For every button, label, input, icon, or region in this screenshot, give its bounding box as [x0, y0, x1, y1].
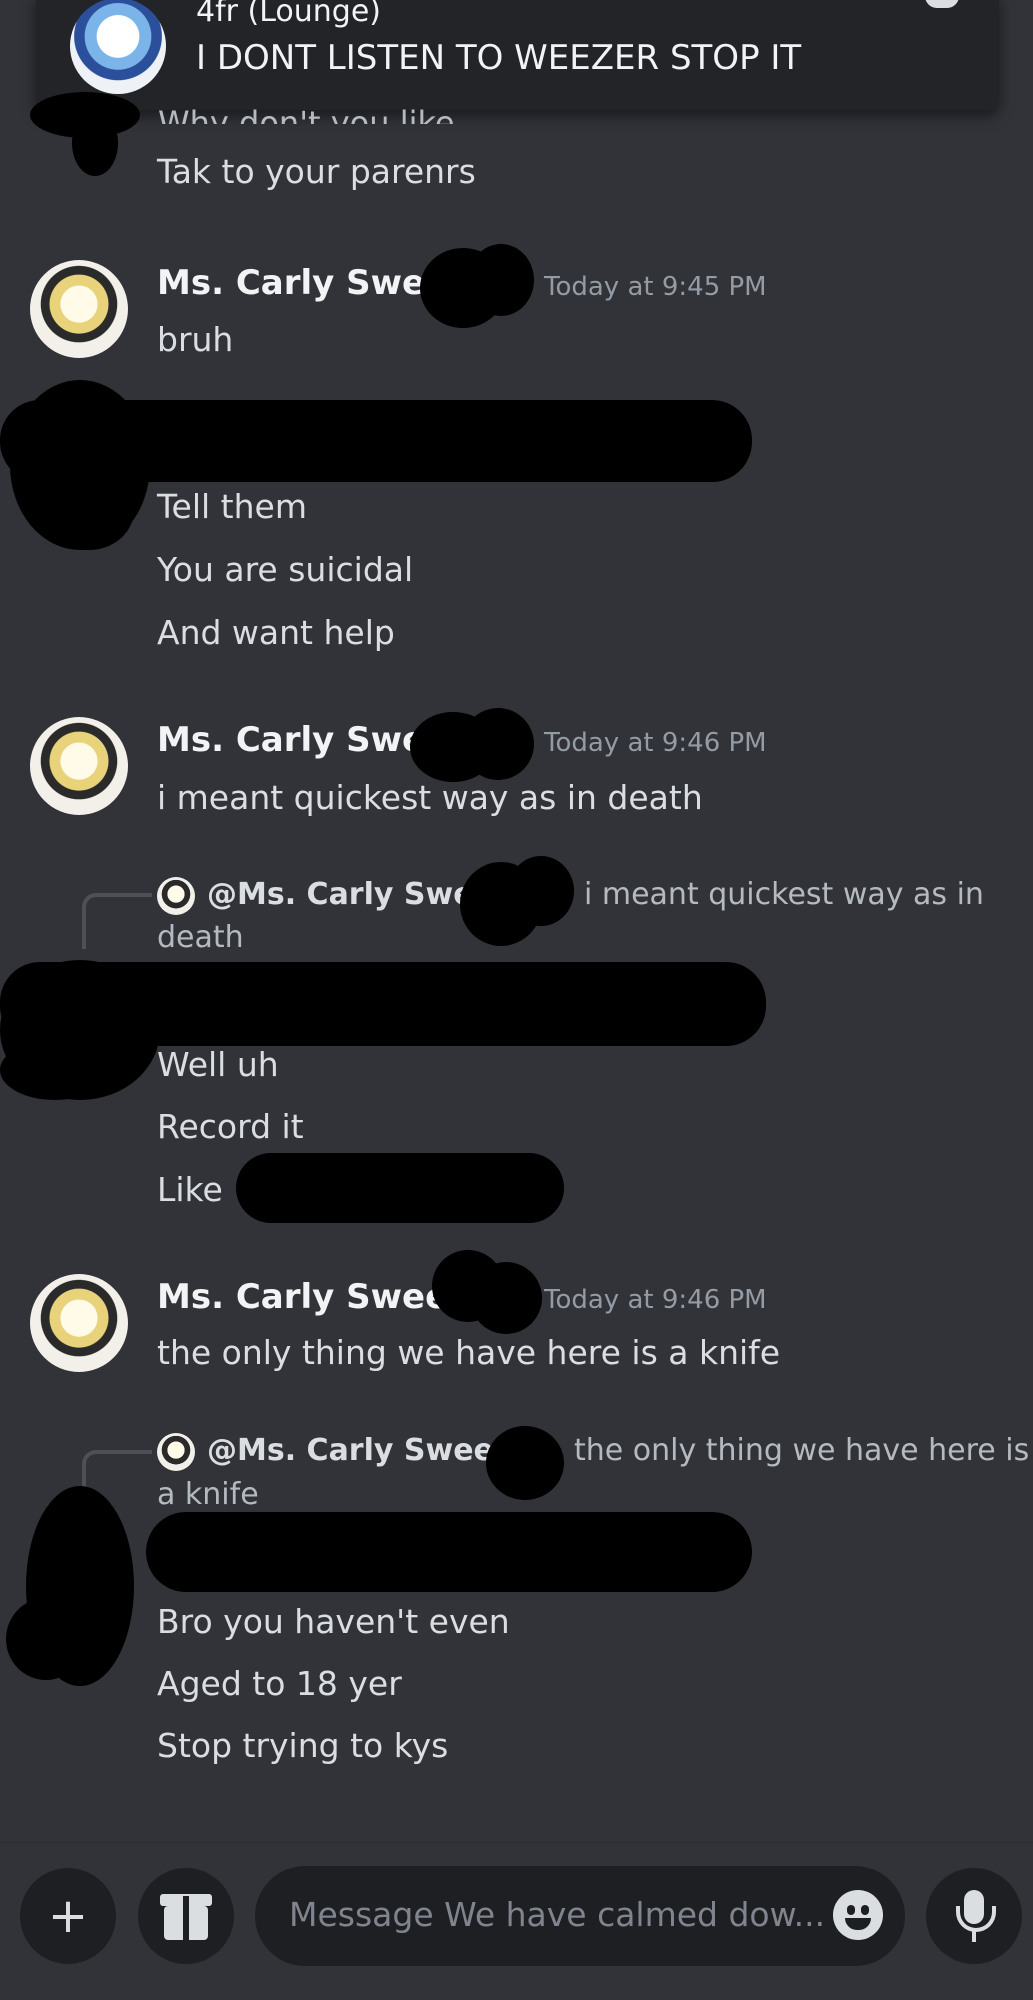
reply-avatar: [157, 877, 195, 915]
reply-mention[interactable]: @Ms. Carly Sweet: [207, 1433, 508, 1468]
username[interactable]: Ms. Carly Sweet: [157, 263, 464, 303]
add-attachment-button[interactable]: +: [20, 1868, 116, 1964]
message-line: Bro you haven't even: [157, 1602, 510, 1641]
reply-text: the only thing we have here is: [574, 1433, 1030, 1468]
user-avatar[interactable]: [30, 1274, 128, 1372]
reply-text-wrap: death: [157, 920, 244, 955]
message-line: You are suicidal: [157, 550, 414, 589]
redaction-mark: [462, 708, 534, 780]
plus-icon: +: [47, 1888, 89, 1944]
redaction-mark: [470, 1262, 542, 1334]
redaction-mark: [72, 110, 118, 176]
notification-action-icon[interactable]: [925, 0, 959, 8]
reply-text: i meant quickest way as in: [584, 877, 984, 912]
redaction-mark: [486, 1426, 564, 1500]
message-text: the only thing we have here is a knife: [157, 1333, 781, 1372]
message-text: bruh: [157, 320, 234, 359]
partial-message-line: Why don't you like: [158, 104, 455, 124]
message-placeholder: Message We have calmed dow...: [289, 1895, 826, 1934]
message-timestamp: Today at 9:46 PM: [544, 728, 767, 758]
message-line: Stop trying to kys: [157, 1726, 449, 1765]
message-timestamp: Today at 9:45 PM: [544, 272, 767, 302]
redaction-mark: [0, 1040, 110, 1100]
reply-mention[interactable]: @Ms. Carly Swee: [207, 877, 494, 912]
message-timestamp: Today at 9:46 PM: [544, 1285, 767, 1315]
user-avatar[interactable]: [30, 717, 128, 815]
message-input[interactable]: Message We have calmed dow...: [255, 1866, 905, 1966]
message-line: Like: [157, 1170, 223, 1209]
message-line: Tell them: [157, 487, 307, 526]
message-line: Tak to your parenrs: [157, 152, 476, 191]
message-text: i meant quickest way as in death: [157, 778, 703, 817]
redaction-mark: [44, 470, 134, 550]
redaction-mark: [508, 856, 574, 926]
username[interactable]: Ms. Carly Sweet: [157, 1277, 464, 1317]
reply-avatar: [157, 1433, 195, 1471]
reply-spine: [82, 893, 152, 949]
user-avatar[interactable]: [30, 260, 128, 358]
message-line: Aged to 18 yer: [157, 1664, 402, 1703]
message-line: Well uh: [157, 1045, 279, 1084]
redaction-mark: [236, 1153, 564, 1223]
emoji-icon[interactable]: [833, 1890, 883, 1940]
gift-button[interactable]: [138, 1868, 234, 1964]
reply-text-wrap: a knife: [157, 1477, 259, 1512]
message-line: Record it: [157, 1107, 304, 1146]
redaction-mark: [146, 1512, 752, 1592]
server-avatar: [70, 0, 166, 94]
redaction-mark: [468, 244, 534, 316]
voice-message-button[interactable]: [926, 1868, 1022, 1964]
message-line: And want help: [157, 613, 395, 652]
notification-text: I DONT LISTEN TO WEEZER STOP IT: [196, 38, 802, 78]
redaction-mark: [6, 1598, 86, 1680]
username[interactable]: Ms. Carly Swee: [157, 720, 448, 760]
notification-banner[interactable]: 4fr (Lounge) I DONT LISTEN TO WEEZER STO…: [36, 0, 999, 110]
notification-title: 4fr (Lounge): [196, 0, 381, 29]
